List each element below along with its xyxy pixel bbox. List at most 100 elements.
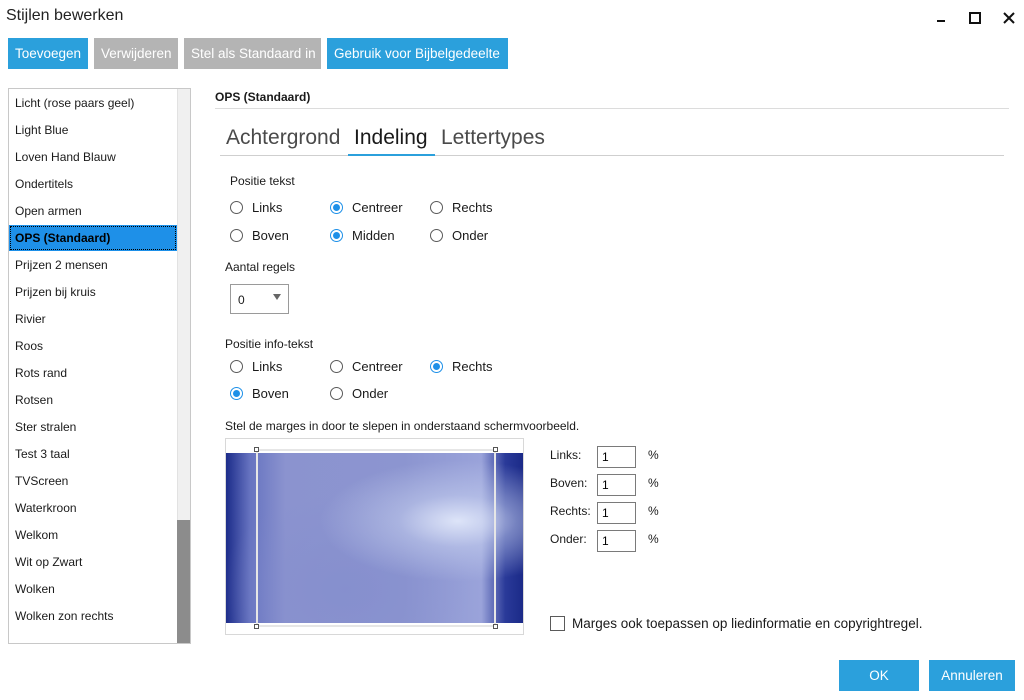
line-count-label: Aantal regels [225, 260, 296, 274]
list-item[interactable]: Wolken zon rechts [9, 603, 177, 629]
radio-circle [230, 200, 243, 214]
maximize-icon-glyph [969, 12, 981, 24]
radio-label: Onder [452, 227, 489, 243]
line-count-value: 0 [238, 293, 245, 307]
radio-label: Rechts [452, 199, 493, 215]
radio-label: Centreer [352, 358, 403, 374]
text-pos-top-radio[interactable]: Boven [230, 226, 289, 244]
remove-button[interactable]: Verwijderen [94, 38, 178, 69]
margin-handle[interactable] [254, 447, 259, 452]
list-item[interactable]: Wolken [9, 576, 177, 602]
radio-circle [230, 359, 243, 373]
margin-top-input[interactable] [597, 474, 636, 496]
list-item[interactable]: Rotsen [9, 387, 177, 413]
tab-achtergrond[interactable]: Achtergrond [226, 126, 340, 156]
chevron-down-icon [273, 294, 281, 300]
list-item[interactable]: TVScreen [9, 468, 177, 494]
radio-circle [330, 359, 343, 373]
minimize-icon-glyph [937, 20, 945, 22]
margin-bottom-input[interactable] [597, 530, 636, 552]
list-item[interactable]: Open armen [9, 198, 177, 224]
list-item[interactable]: Waterkroon [9, 495, 177, 521]
list-item[interactable]: Ondertitels [9, 171, 177, 197]
list-item[interactable]: Rivier [9, 306, 177, 332]
list-item[interactable]: Ster stralen [9, 414, 177, 440]
line-count-select[interactable]: 0 [230, 284, 289, 314]
minimize-icon[interactable] [927, 6, 955, 30]
radio-circle [430, 200, 443, 214]
list-item[interactable]: Light Blue [9, 117, 177, 143]
text-pos-middle-radio[interactable]: Midden [330, 226, 395, 244]
close-icon[interactable] [995, 6, 1023, 30]
margin-top-label: Boven: [550, 476, 588, 490]
radio-label: Boven [252, 227, 289, 243]
title-divider [215, 108, 1009, 109]
radio-circle-selected [230, 386, 243, 400]
close-icon-glyph [1003, 12, 1015, 24]
radio-label: Midden [352, 227, 395, 243]
info-pos-left-radio[interactable]: Links [230, 357, 282, 375]
cancel-button[interactable]: Annuleren [929, 660, 1015, 691]
active-tab-indicator [348, 154, 435, 156]
text-pos-bottom-radio[interactable]: Onder [430, 226, 488, 244]
style-title: OPS (Standaard) [215, 90, 311, 104]
styles-list[interactable]: Licht (rose paars geel) Light Blue Loven… [8, 88, 191, 644]
margin-right-label: Rechts: [550, 504, 591, 518]
radio-circle [330, 386, 343, 400]
info-position-label: Positie info-tekst [225, 337, 314, 351]
text-pos-left-radio[interactable]: Links [230, 198, 282, 216]
radio-label: Onder [352, 385, 389, 401]
ok-button[interactable]: OK [839, 660, 919, 691]
margins-instruction: Stel de marges in door te slepen in onde… [225, 419, 580, 433]
margin-handle[interactable] [254, 624, 259, 629]
list-item[interactable]: Prijzen bij kruis [9, 279, 177, 305]
use-for-bible-button[interactable]: Gebruik voor Bijbelgedeelte [327, 38, 508, 69]
set-default-button[interactable]: Stel als Standaard in [184, 38, 321, 69]
radio-circle-selected [430, 359, 443, 373]
apply-margins-label[interactable]: Marges ook toepassen op liedinformatie e… [572, 616, 922, 631]
text-pos-right-radio[interactable]: Rechts [430, 198, 492, 216]
info-pos-bottom-radio[interactable]: Onder [330, 384, 388, 402]
radio-circle-selected [330, 228, 343, 242]
margin-right-input[interactable] [597, 502, 636, 524]
tab-divider [220, 155, 1004, 156]
screen-preview[interactable] [225, 438, 524, 635]
margin-handle[interactable] [493, 447, 498, 452]
add-button[interactable]: Toevoegen [8, 38, 88, 69]
radio-label: Links [252, 358, 283, 374]
list-item[interactable]: Licht (rose paars geel) [9, 90, 177, 116]
radio-circle-selected [330, 200, 343, 214]
radio-circle [230, 228, 243, 242]
radio-label: Boven [252, 385, 289, 401]
tab-lettertypes[interactable]: Lettertypes [441, 126, 545, 156]
list-item[interactable]: Test 3 taal [9, 441, 177, 467]
list-item[interactable]: Wit op Zwart [9, 549, 177, 575]
radio-circle [430, 228, 443, 242]
percent-unit: % [648, 476, 659, 490]
info-pos-top-radio[interactable]: Boven [230, 384, 289, 402]
radio-label: Rechts [452, 358, 493, 374]
apply-margins-checkbox[interactable] [550, 616, 565, 631]
margin-left-input[interactable] [597, 446, 636, 468]
list-scrollbar[interactable] [177, 89, 190, 643]
list-scrollbar-thumb[interactable] [177, 520, 190, 643]
list-item[interactable]: Roos [9, 333, 177, 359]
margin-bottom-label: Onder: [550, 532, 587, 546]
percent-unit: % [648, 448, 659, 462]
percent-unit: % [648, 504, 659, 518]
tab-indeling[interactable]: Indeling [354, 126, 428, 156]
list-item[interactable]: Welkom [9, 522, 177, 548]
list-item[interactable]: Rots rand [9, 360, 177, 386]
list-item[interactable]: Prijzen 2 mensen [9, 252, 177, 278]
text-pos-center-radio[interactable]: Centreer [330, 198, 403, 216]
list-item[interactable]: Loven Hand Blauw [9, 144, 177, 170]
margin-frame[interactable] [254, 447, 498, 629]
percent-unit: % [648, 532, 659, 546]
info-pos-center-radio[interactable]: Centreer [330, 357, 403, 375]
info-pos-right-radio[interactable]: Rechts [430, 357, 492, 375]
margin-handle[interactable] [493, 624, 498, 629]
radio-label: Links [252, 199, 283, 215]
maximize-icon[interactable] [961, 6, 989, 30]
window-title: Stijlen bewerken [6, 7, 124, 24]
list-item-selected[interactable]: OPS (Standaard) [9, 225, 177, 251]
